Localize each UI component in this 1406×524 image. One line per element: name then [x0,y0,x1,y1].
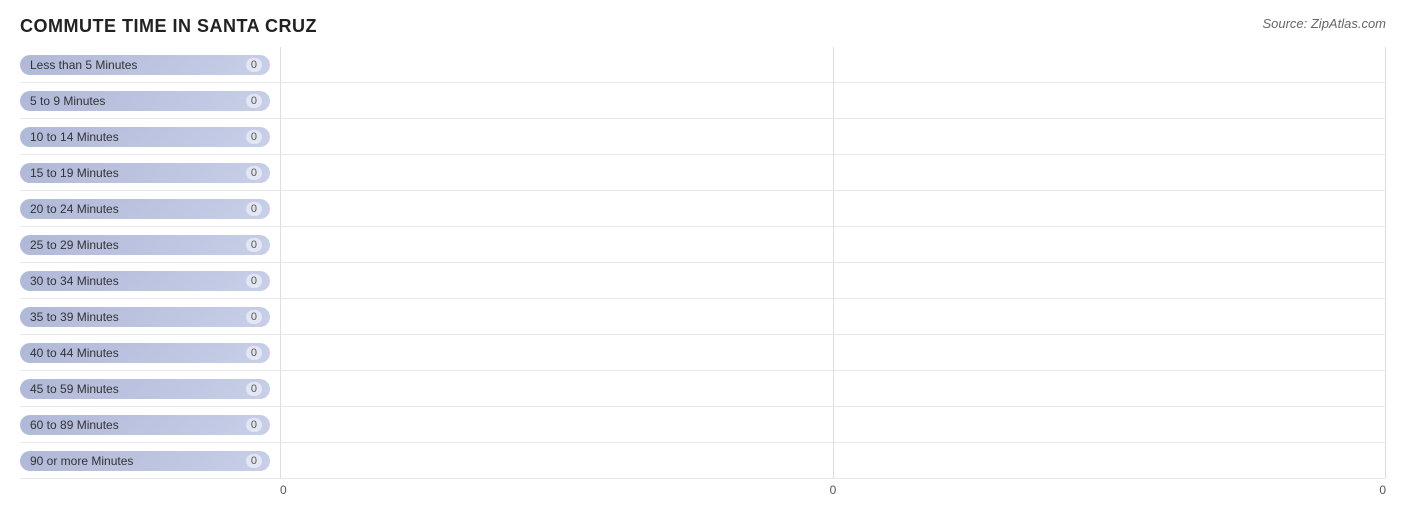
bar-row: 15 to 19 Minutes 0 [20,155,1386,191]
bar-row: 90 or more Minutes 0 [20,443,1386,479]
bar-label: 90 or more Minutes [30,454,133,468]
bar-track [280,335,1386,370]
bar-label: 25 to 29 Minutes [30,238,119,252]
chart-area: Less than 5 Minutes05 to 9 Minutes010 to… [20,47,1386,497]
bar-label: 5 to 9 Minutes [30,94,105,108]
bar-value: 0 [246,238,262,252]
bar-value: 0 [246,94,262,108]
bar-row: 45 to 59 Minutes 0 [20,371,1386,407]
bar-track [280,263,1386,298]
label-pill: 20 to 24 Minutes 0 [20,199,270,219]
bar-row: 40 to 44 Minutes 0 [20,335,1386,371]
label-pill: 90 or more Minutes 0 [20,451,270,471]
x-label-2: 0 [830,483,837,497]
bar-label: 60 to 89 Minutes [30,418,119,432]
bar-row: 5 to 9 Minutes 0 [20,83,1386,119]
bar-label: Less than 5 Minutes [30,58,137,72]
label-pill: 35 to 39 Minutes 0 [20,307,270,327]
bar-value: 0 [246,454,262,468]
bar-value: 0 [246,166,262,180]
bar-track [280,83,1386,118]
bar-row: 25 to 29 Minutes 0 [20,227,1386,263]
label-pill: 60 to 89 Minutes 0 [20,415,270,435]
source-attribution: Source: ZipAtlas.com [1262,16,1386,31]
x-axis: 0 0 0 [280,479,1386,497]
bar-value: 0 [246,418,262,432]
bar-row: 20 to 24 Minutes 0 [20,191,1386,227]
bar-track [280,47,1386,82]
bar-value: 0 [246,130,262,144]
bar-label: 45 to 59 Minutes [30,382,119,396]
bar-label: 20 to 24 Minutes [30,202,119,216]
bar-track [280,443,1386,478]
bar-track [280,119,1386,154]
label-pill: 45 to 59 Minutes 0 [20,379,270,399]
bar-track [280,227,1386,262]
bar-track [280,155,1386,190]
bar-label: 15 to 19 Minutes [30,166,119,180]
bar-value: 0 [246,346,262,360]
header-row: COMMUTE TIME IN SANTA CRUZ Source: ZipAt… [20,16,1386,37]
bar-row: 30 to 34 Minutes 0 [20,263,1386,299]
bar-track [280,371,1386,406]
bar-label: 40 to 44 Minutes [30,346,119,360]
label-pill: 30 to 34 Minutes 0 [20,271,270,291]
label-pill: 40 to 44 Minutes 0 [20,343,270,363]
bar-value: 0 [246,58,262,72]
bar-value: 0 [246,382,262,396]
x-label-1: 0 [280,483,287,497]
label-pill: 25 to 29 Minutes 0 [20,235,270,255]
bar-row: 35 to 39 Minutes 0 [20,299,1386,335]
label-pill: 5 to 9 Minutes 0 [20,91,270,111]
bar-label: 35 to 39 Minutes [30,310,119,324]
bar-value: 0 [246,310,262,324]
main-container: COMMUTE TIME IN SANTA CRUZ Source: ZipAt… [0,0,1406,524]
label-pill: 15 to 19 Minutes 0 [20,163,270,183]
bar-value: 0 [246,202,262,216]
bar-label: 30 to 34 Minutes [30,274,119,288]
bar-track [280,299,1386,334]
bar-track [280,407,1386,442]
bar-row: 60 to 89 Minutes 0 [20,407,1386,443]
chart-title: COMMUTE TIME IN SANTA CRUZ [20,16,317,37]
x-label-3: 0 [1379,483,1386,497]
bar-value: 0 [246,274,262,288]
bar-row: Less than 5 Minutes 0 [20,47,1386,83]
label-pill: 10 to 14 Minutes 0 [20,127,270,147]
bar-track [280,191,1386,226]
bar-row: 10 to 14 Minutes 0 [20,119,1386,155]
bars-section: Less than 5 Minutes05 to 9 Minutes010 to… [20,47,1386,479]
bar-label: 10 to 14 Minutes [30,130,119,144]
label-pill: Less than 5 Minutes 0 [20,55,270,75]
